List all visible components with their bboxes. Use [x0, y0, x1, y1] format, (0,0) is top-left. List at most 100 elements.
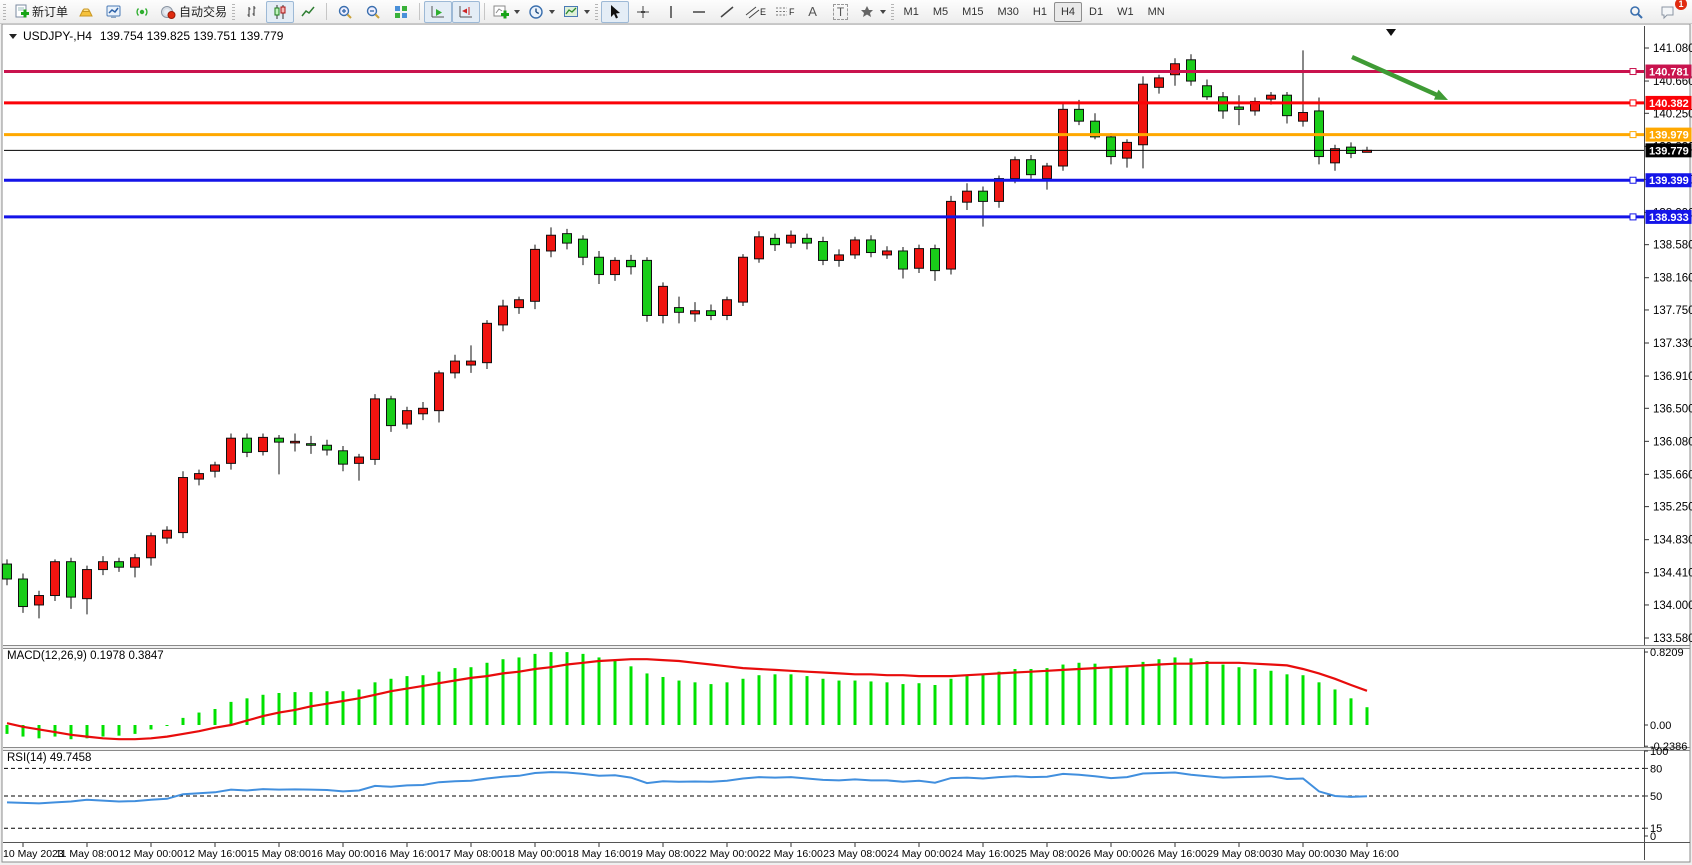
candle-body	[387, 399, 396, 426]
channel-tool-button[interactable]: E	[741, 1, 770, 23]
macd-indicator-label: MACD(12,26,9) 0.1978 0.3847	[7, 650, 164, 662]
macd-histogram-bar	[1286, 674, 1289, 725]
macd-histogram-bar	[1174, 657, 1177, 725]
rsi-indicator-label: RSI(14) 49.7458	[7, 752, 91, 764]
macd-histogram-bar	[262, 695, 265, 725]
candle-body	[259, 437, 268, 451]
market-watch-button[interactable]	[72, 1, 100, 23]
templates-button[interactable]	[559, 1, 594, 23]
candlestick-icon	[272, 4, 288, 20]
new-order-button[interactable]: 新订单	[9, 1, 72, 23]
timeframe-D1[interactable]: D1	[1082, 2, 1110, 22]
timeframe-M1[interactable]: M1	[897, 2, 926, 22]
timeframe-H4[interactable]: H4	[1054, 2, 1082, 22]
notification-badge: 1	[1675, 0, 1687, 10]
toolbar-grip	[595, 4, 598, 20]
notifications-button[interactable]: 1	[1654, 1, 1682, 23]
signal-icon	[134, 4, 150, 20]
hline-handle[interactable]	[1630, 214, 1636, 220]
candle-body	[467, 361, 476, 365]
dropdown-caret-icon	[514, 10, 520, 14]
arrows-tool-button[interactable]	[855, 1, 890, 23]
toolbar-separator	[326, 3, 327, 20]
macd-histogram-bar	[54, 725, 57, 737]
candle-body	[1299, 113, 1308, 122]
candle-body	[291, 441, 300, 443]
periods-button[interactable]	[524, 1, 559, 23]
timeframe-W1[interactable]: W1	[1110, 2, 1141, 22]
text-label-tool-button[interactable]: T	[827, 1, 855, 23]
label-tool-letter: T	[833, 4, 848, 20]
macd-histogram-bar	[1366, 707, 1369, 725]
tile-windows-icon	[393, 4, 409, 20]
candle-body	[211, 465, 220, 471]
candle-body	[1075, 109, 1084, 121]
price-tick-label: 134.410	[1653, 568, 1692, 580]
price-tick-label: 133.580	[1653, 633, 1692, 645]
candle-body	[819, 242, 828, 261]
macd-histogram-bar	[6, 725, 9, 734]
macd-histogram-bar	[950, 679, 953, 725]
timeframe-MN[interactable]: MN	[1141, 2, 1172, 22]
price-badge-139.779: 139.779	[1646, 143, 1692, 157]
line-chart-mode-button[interactable]	[294, 1, 322, 23]
macd-scale-label: 0.8209	[1650, 647, 1684, 659]
zoom-out-button[interactable]	[359, 1, 387, 23]
zoom-in-button[interactable]	[331, 1, 359, 23]
price-badge-139.399: 139.399	[1646, 173, 1692, 187]
crosshair-tool-button[interactable]	[629, 1, 657, 23]
candle-body	[1171, 64, 1180, 75]
time-axis-label: 24 May 00:00	[887, 848, 951, 860]
candle-body	[51, 562, 60, 596]
price-tick-label: 134.830	[1653, 535, 1692, 547]
candle-body	[979, 191, 988, 201]
signals-button[interactable]	[128, 1, 156, 23]
cursor-tool-button[interactable]	[601, 1, 629, 23]
text-tool-button[interactable]: A	[799, 1, 827, 23]
hline-handle[interactable]	[1630, 132, 1636, 138]
timeframe-H1[interactable]: H1	[1026, 2, 1054, 22]
new-order-icon	[13, 4, 29, 20]
new-chart-button[interactable]	[100, 1, 128, 23]
timeframe-M5[interactable]: M5	[926, 2, 955, 22]
macd-histogram-bar	[326, 691, 329, 725]
timeframe-M15[interactable]: M15	[955, 2, 990, 22]
symbol-dropdown-icon[interactable]	[9, 34, 17, 39]
price-badge-138.933: 138.933	[1646, 210, 1692, 224]
cursor-arrow-icon	[607, 4, 623, 20]
add-indicator-icon	[493, 4, 509, 20]
macd-histogram-bar	[1158, 659, 1161, 725]
timeframe-M30[interactable]: M30	[991, 2, 1026, 22]
line-chart-icon	[300, 4, 316, 20]
indicators-button[interactable]	[489, 1, 524, 23]
chart-shift-button[interactable]	[452, 1, 480, 23]
vertical-line-tool-button[interactable]	[657, 1, 685, 23]
bar-chart-mode-button[interactable]	[238, 1, 266, 23]
time-axis-label: 22 May 16:00	[759, 848, 823, 860]
search-button[interactable]	[1622, 1, 1650, 23]
time-axis-label: 25 May 08:00	[1015, 848, 1079, 860]
macd-histogram-bar	[1094, 664, 1097, 725]
price-tick-label: 136.500	[1653, 403, 1692, 415]
candle-body	[899, 251, 908, 269]
tile-windows-button[interactable]	[387, 1, 415, 23]
auto-trading-button[interactable]: 自动交易	[156, 1, 231, 23]
dropdown-caret-icon	[880, 10, 886, 14]
fibonacci-tool-button[interactable]: F	[770, 1, 799, 23]
hline-handle[interactable]	[1630, 69, 1636, 75]
dropdown-caret-icon	[549, 10, 555, 14]
horizontal-line-tool-button[interactable]	[685, 1, 713, 23]
macd-histogram-bar	[150, 725, 153, 729]
time-axis-label: 29 May 08:00	[1207, 848, 1271, 860]
candle-body	[547, 235, 556, 251]
candlestick-mode-button[interactable]	[266, 1, 294, 23]
price-tick-label: 137.330	[1653, 338, 1692, 350]
auto-scroll-button[interactable]	[424, 1, 452, 23]
hline-handle[interactable]	[1630, 177, 1636, 183]
candle-body	[691, 311, 700, 314]
price-badge-text: 138.933	[1649, 212, 1689, 224]
trendline-tool-button[interactable]	[713, 1, 741, 23]
equidistant-channel-icon	[745, 4, 761, 20]
auto-trading-icon	[160, 4, 176, 20]
hline-handle[interactable]	[1630, 100, 1636, 106]
